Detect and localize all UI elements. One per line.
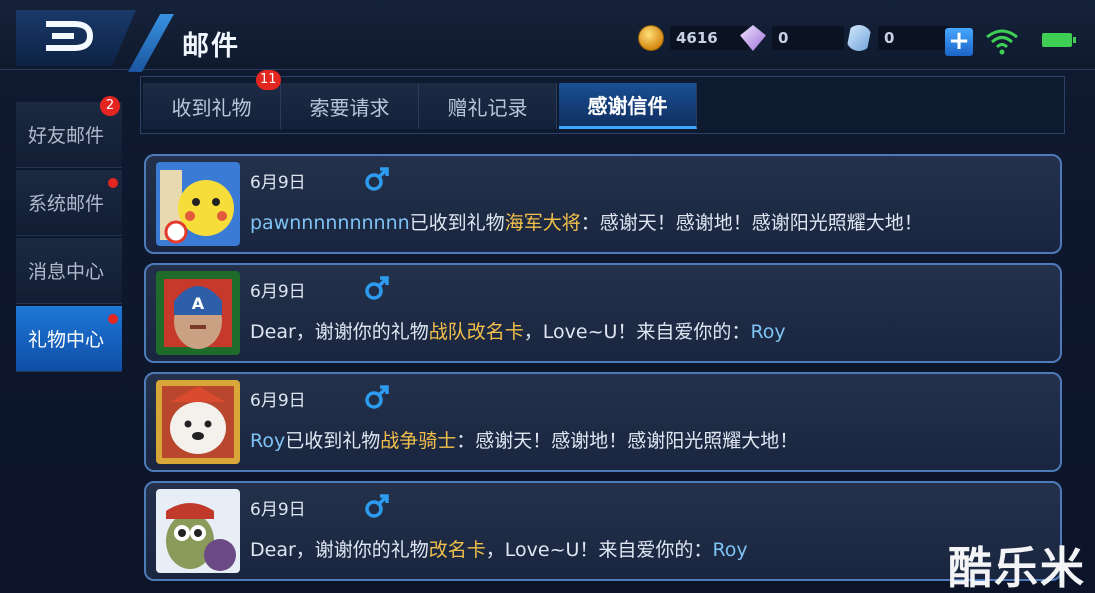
message-text: Dear，谢谢你的礼物改名卡，Love~U！来自爱你的：Roy <box>250 535 748 562</box>
message-text: pawnnnnnnnnnn已收到礼物海军大将：感谢天！感谢地！感谢阳光照耀大地！ <box>250 208 923 235</box>
gift-name: 战队改名卡 <box>428 321 524 343</box>
title-accent <box>128 14 174 72</box>
text-segment: ，Love~U！来自爱你的： <box>485 539 713 561</box>
sidebar-item-label: 礼物中心 <box>28 329 105 351</box>
gift-name: 战争骑士 <box>380 430 457 452</box>
tab-received-gifts[interactable]: 收到礼物 <box>143 83 281 129</box>
message-card[interactable]: 6月9日 Roy已收到礼物战争骑士：感谢天！感谢地！感谢阳光照耀大地！ <box>144 372 1062 472</box>
sidebar-item-label: 消息中心 <box>28 261 105 283</box>
sender-name: Roy <box>250 430 286 452</box>
avatar <box>156 489 240 573</box>
watermark: 酷乐米 <box>948 543 1086 593</box>
tab-requests[interactable]: 索要请求 <box>281 83 419 129</box>
text-segment: 已收到礼物 <box>409 212 505 234</box>
tab-label: 收到礼物 <box>171 95 252 120</box>
avatar <box>156 380 240 464</box>
back-arrow-icon <box>46 21 94 51</box>
male-icon <box>365 385 389 409</box>
male-icon <box>365 276 389 300</box>
gold-balance: 4616 <box>638 24 748 52</box>
text-segment: ：感谢天！感谢地！感谢阳光照耀大地！ <box>580 212 923 234</box>
gift-name: 改名卡 <box>428 539 486 561</box>
sidebar-item-friend-mail[interactable]: 好友邮件 2 <box>16 96 122 168</box>
male-icon <box>365 494 389 518</box>
top-bar: 邮件 4616 0 0 + <box>0 0 1095 72</box>
card-icon <box>846 25 872 51</box>
friend-mail-badge: 2 <box>100 96 120 116</box>
gift-name: 海军大将 <box>504 212 581 234</box>
gem-icon <box>740 25 766 51</box>
message-date: 6月9日 <box>250 282 306 302</box>
battery-icon <box>1042 33 1076 47</box>
sender-name: pawnnnnnnnnnn <box>250 212 410 234</box>
message-date: 6月9日 <box>250 500 306 520</box>
card-balance: 0 <box>846 24 951 52</box>
tab-label: 赠礼记录 <box>447 95 528 120</box>
male-icon <box>365 167 389 191</box>
message-date: 6月9日 <box>250 391 306 411</box>
received-gifts-badge: 11 <box>256 70 281 90</box>
mail-screen: 邮件 4616 0 0 + 好友邮件 2 系统邮件 消息中心 礼物中心 收到礼物… <box>0 0 1095 593</box>
tab-gift-history[interactable]: 赠礼记录 <box>419 83 557 129</box>
avatar <box>156 162 240 246</box>
gold-value: 4616 <box>670 26 748 50</box>
text-segment: ，Love~U！来自爱你的： <box>523 321 751 343</box>
gift-center-dot <box>108 314 118 324</box>
wifi-icon <box>986 29 1018 55</box>
sidebar-item-system-mail[interactable]: 系统邮件 <box>16 170 122 236</box>
text-segment: Dear，谢谢你的礼物 <box>250 321 429 343</box>
message-card[interactable]: 6月9日 pawnnnnnnnnnn已收到礼物海军大将：感谢天！感谢地！感谢阳光… <box>144 154 1062 254</box>
message-date: 6月9日 <box>250 173 306 193</box>
message-card[interactable]: A 6月9日 Dear，谢谢你的礼物战队改名卡，Love~U！来自爱你的：Roy <box>144 263 1062 363</box>
gold-coin-icon <box>638 25 664 51</box>
system-mail-dot <box>108 178 118 188</box>
gem-balance: 0 <box>740 24 845 52</box>
text-segment: Dear，谢谢你的礼物 <box>250 539 429 561</box>
message-text: Roy已收到礼物战争骑士：感谢天！感谢地！感谢阳光照耀大地！ <box>250 426 798 453</box>
card-value: 0 <box>878 26 951 50</box>
gem-value: 0 <box>772 26 845 50</box>
tab-label: 索要请求 <box>309 95 390 120</box>
page-title: 邮件 <box>182 31 240 62</box>
sender-name: Roy <box>712 539 748 561</box>
add-currency-button[interactable]: + <box>945 28 973 56</box>
avatar: A <box>156 271 240 355</box>
tab-thank-you-letters[interactable]: 感谢信件 <box>559 83 697 129</box>
sidebar: 好友邮件 2 系统邮件 消息中心 礼物中心 <box>16 96 122 382</box>
tab-label: 感谢信件 <box>587 94 668 118</box>
sender-name: Roy <box>750 321 786 343</box>
message-card[interactable]: 6月9日 Dear，谢谢你的礼物改名卡，Love~U！来自爱你的：Roy <box>144 481 1062 581</box>
sidebar-item-label: 好友邮件 <box>28 125 105 147</box>
sidebar-item-gift-center[interactable]: 礼物中心 <box>16 306 122 372</box>
message-text: Dear，谢谢你的礼物战队改名卡，Love~U！来自爱你的：Roy <box>250 317 786 344</box>
text-segment: ：感谢天！感谢地！感谢阳光照耀大地！ <box>456 430 799 452</box>
text-segment: 已收到礼物 <box>285 430 381 452</box>
sidebar-item-message-center[interactable]: 消息中心 <box>16 238 122 304</box>
svg-text:A: A <box>192 294 205 313</box>
sidebar-item-label: 系统邮件 <box>28 193 105 215</box>
